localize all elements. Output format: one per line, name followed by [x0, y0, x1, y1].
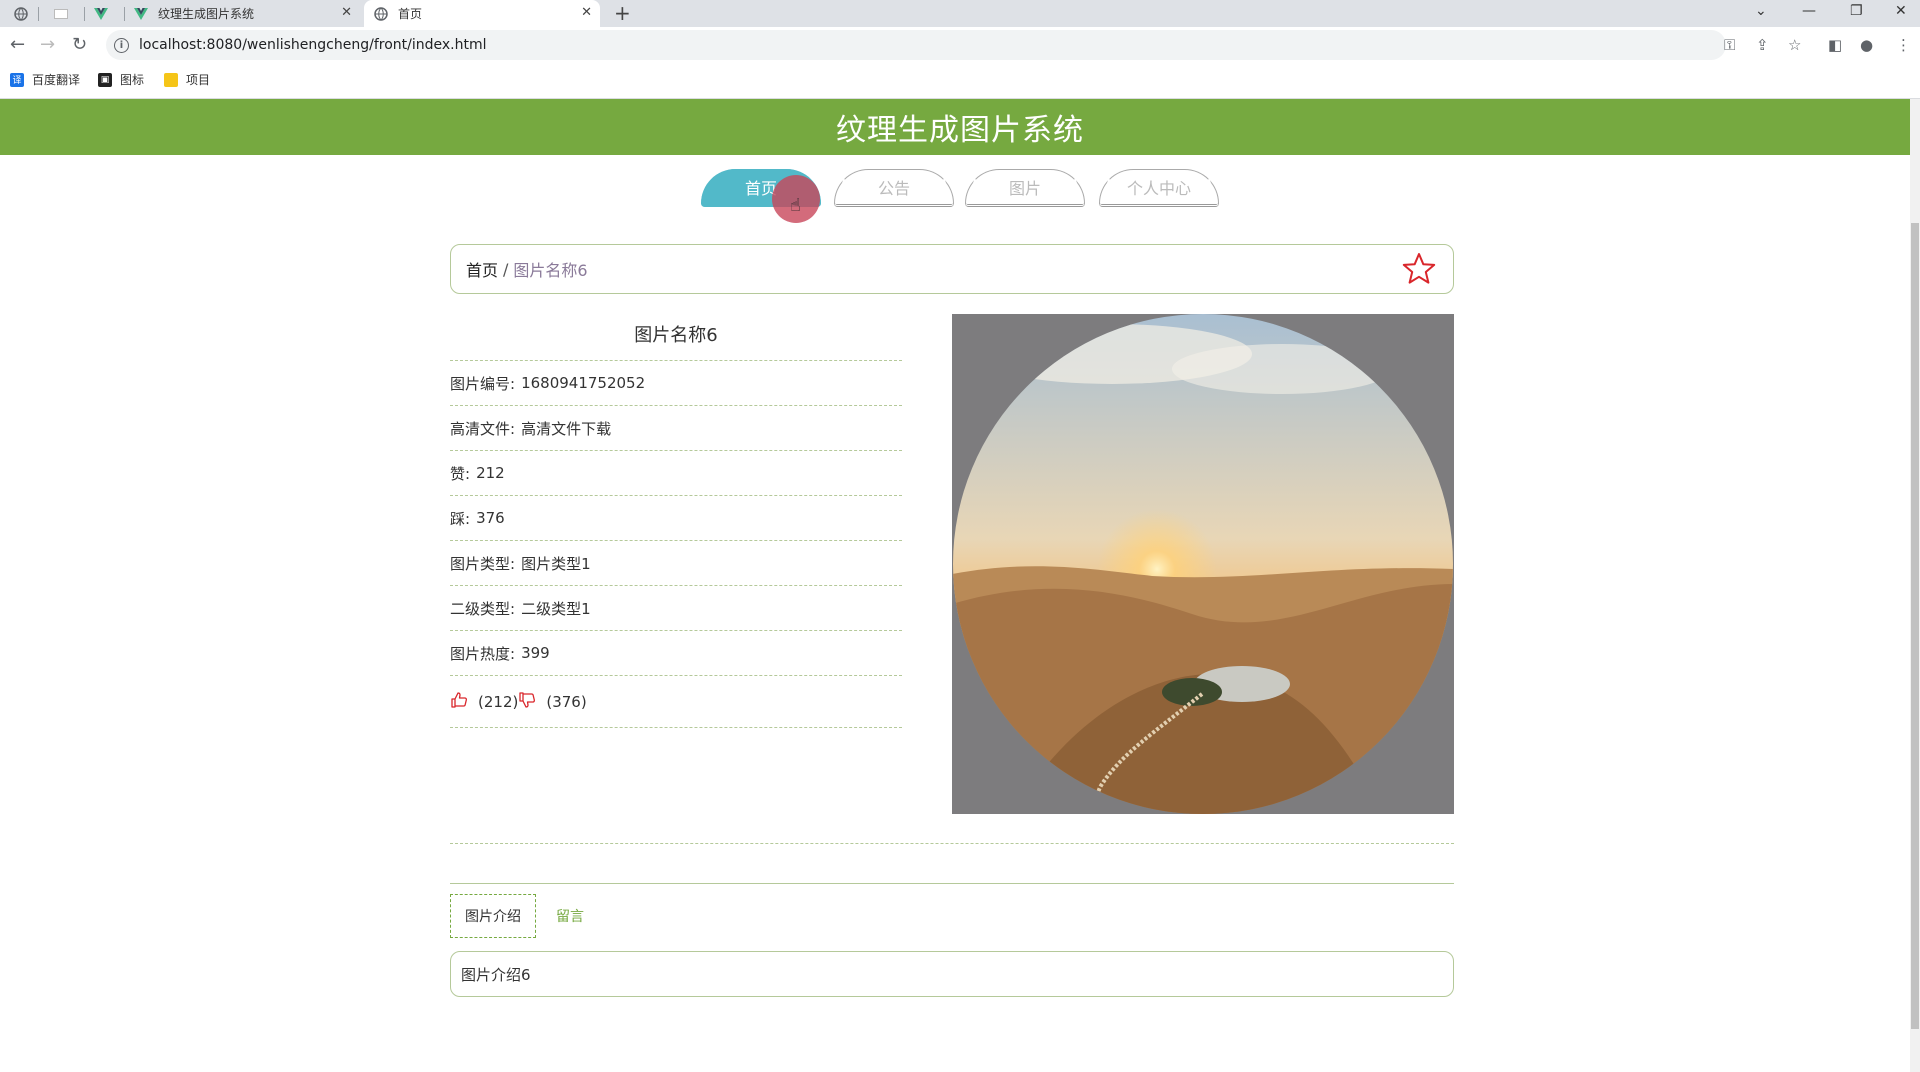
- blank-page-icon: [54, 7, 68, 21]
- more-menu-icon[interactable]: ⋮: [1896, 36, 1911, 54]
- tab-separator: [124, 7, 125, 21]
- detail-row-subtype: 二级类型: 二级类型1: [450, 586, 902, 631]
- bookmark-baidu-translate[interactable]: 译 百度翻译: [10, 71, 80, 88]
- tab-image-intro[interactable]: 图片介绍: [450, 894, 536, 938]
- tab-title: 首页: [398, 7, 423, 21]
- section-divider: [450, 883, 1454, 884]
- tab-separator: [84, 7, 85, 21]
- main-menu: 首页 公告 图片 个人中心: [0, 169, 1920, 209]
- info-icon[interactable]: i: [114, 37, 129, 53]
- thumbs-up-icon[interactable]: [450, 691, 478, 713]
- breadcrumb-home[interactable]: 首页: [466, 257, 498, 281]
- side-panel-icon[interactable]: ◧: [1828, 36, 1842, 54]
- browser-tab-strip: 纹理生成图片系统 ✕ 首页 ✕ + ⌄ — ❐ ✕: [0, 0, 1920, 27]
- tab-content: 图片介绍6: [450, 951, 1454, 997]
- folder-icon: [164, 72, 178, 87]
- field-label: 图片编号:: [450, 374, 516, 393]
- dislike-count: (376): [546, 692, 587, 711]
- field-label: 踩:: [450, 509, 471, 528]
- vue-logo-icon: [134, 7, 148, 21]
- browser-tab-active[interactable]: 首页 ✕: [364, 0, 600, 27]
- image-name: 图片名称6: [450, 307, 902, 361]
- browser-tab-4[interactable]: 纹理生成图片系统 ✕: [134, 0, 360, 27]
- detail-row-heat: 图片热度: 399: [450, 631, 902, 676]
- detail-row-type: 图片类型: 图片类型1: [450, 541, 902, 586]
- vue-logo-icon: [94, 7, 108, 21]
- thumbs-down-icon[interactable]: [518, 691, 546, 713]
- browser-tab-1[interactable]: [14, 0, 34, 27]
- close-tab-icon[interactable]: ✕: [581, 5, 592, 20]
- field-value: 376: [476, 509, 505, 527]
- bookmark-label: 百度翻译: [32, 73, 81, 87]
- detail-row-dislikes: 踩: 376: [450, 496, 902, 541]
- menu-notice[interactable]: 公告: [834, 169, 954, 207]
- favorite-star-icon[interactable]: [1401, 251, 1437, 291]
- globe-icon: [374, 6, 388, 21]
- bookmark-icons[interactable]: ▣ 图标: [98, 71, 144, 88]
- breadcrumb-current: 图片名称6: [513, 261, 588, 280]
- field-label: 二级类型:: [450, 599, 516, 618]
- new-tab-button[interactable]: +: [614, 1, 631, 25]
- tab-search-icon[interactable]: ⌄: [1755, 3, 1767, 19]
- bookmark-label: 图标: [120, 73, 145, 87]
- tab-comments[interactable]: 留言: [542, 894, 598, 938]
- detail-row-number: 图片编号: 1680941752052: [450, 361, 902, 406]
- section-divider: [450, 843, 1454, 844]
- globe-icon: [14, 6, 28, 21]
- browser-tab-3[interactable]: [94, 0, 114, 27]
- scrollbar-thumb[interactable]: [1911, 223, 1919, 1029]
- field-label: 赞:: [450, 464, 471, 483]
- bookmark-label: 项目: [186, 73, 211, 87]
- restore-button[interactable]: ❐: [1850, 3, 1863, 19]
- bookmark-star-icon[interactable]: ☆: [1788, 36, 1801, 54]
- close-tab-icon[interactable]: ✕: [341, 5, 352, 20]
- close-window-button[interactable]: ✕: [1895, 3, 1907, 19]
- reload-icon[interactable]: ↻: [72, 34, 87, 55]
- field-value: 二级类型1: [521, 599, 591, 618]
- field-value: 图片类型1: [521, 554, 591, 573]
- menu-images[interactable]: 图片: [965, 169, 1085, 207]
- detail-row-likes: 赞: 212: [450, 451, 902, 496]
- field-value: 212: [476, 464, 505, 482]
- detail-row-hd-file: 高清文件: 高清文件下载: [450, 406, 902, 451]
- detail-tabs: 图片介绍 留言: [450, 894, 598, 938]
- like-count: (212): [478, 692, 519, 711]
- icon-bookmark: ▣: [98, 72, 112, 87]
- browser-tab-2[interactable]: [54, 0, 74, 27]
- bookmark-project[interactable]: 项目: [164, 71, 210, 88]
- tab-separator: [38, 7, 39, 21]
- page-scrollbar[interactable]: [1910, 99, 1920, 1072]
- image-preview: [952, 314, 1454, 814]
- translate-icon: 译: [10, 72, 24, 87]
- tab-title: 纹理生成图片系统: [158, 7, 255, 21]
- image-details: 图片名称6 图片编号: 1680941752052 高清文件: 高清文件下载 赞…: [450, 307, 902, 728]
- web-page: 纹理生成图片系统 首页 公告 图片 个人中心 ☝ 首页 / 图片名称6 图片名称…: [0, 99, 1920, 1072]
- back-arrow-icon[interactable]: ←: [10, 34, 25, 55]
- field-label: 高清文件:: [450, 419, 516, 438]
- field-value: 399: [521, 644, 550, 662]
- forward-arrow-icon[interactable]: →: [40, 34, 55, 55]
- key-icon[interactable]: ⚿: [1724, 36, 1735, 54]
- vote-row: (212) (376): [450, 676, 902, 728]
- site-header: 纹理生成图片系统: [0, 99, 1920, 155]
- breadcrumb: 首页 / 图片名称6: [450, 244, 1454, 294]
- field-value: 1680941752052: [521, 374, 646, 392]
- browser-toolbar: ← → ↻ i localhost:8080/wenlishengcheng/f…: [0, 27, 1920, 63]
- address-bar[interactable]: i localhost:8080/wenlishengcheng/front/i…: [106, 30, 1726, 60]
- menu-personal-center[interactable]: 个人中心: [1099, 169, 1219, 207]
- hand-cursor-icon: ☝: [790, 195, 801, 216]
- minimize-button[interactable]: —: [1802, 3, 1816, 19]
- share-icon[interactable]: ⇪: [1756, 36, 1769, 54]
- desert-sunset-photo: [953, 314, 1453, 814]
- profile-icon[interactable]: ●: [1860, 36, 1873, 54]
- url-text[interactable]: localhost:8080/wenlishengcheng/front/ind…: [139, 37, 486, 53]
- site-title: 纹理生成图片系统: [836, 113, 1084, 148]
- field-label: 图片类型:: [450, 554, 516, 573]
- breadcrumb-separator: /: [503, 259, 509, 279]
- field-label: 图片热度:: [450, 644, 516, 663]
- bookmarks-bar: 译 百度翻译 ▣ 图标 项目: [0, 63, 1920, 99]
- hd-download-link[interactable]: 高清文件下载: [521, 418, 611, 439]
